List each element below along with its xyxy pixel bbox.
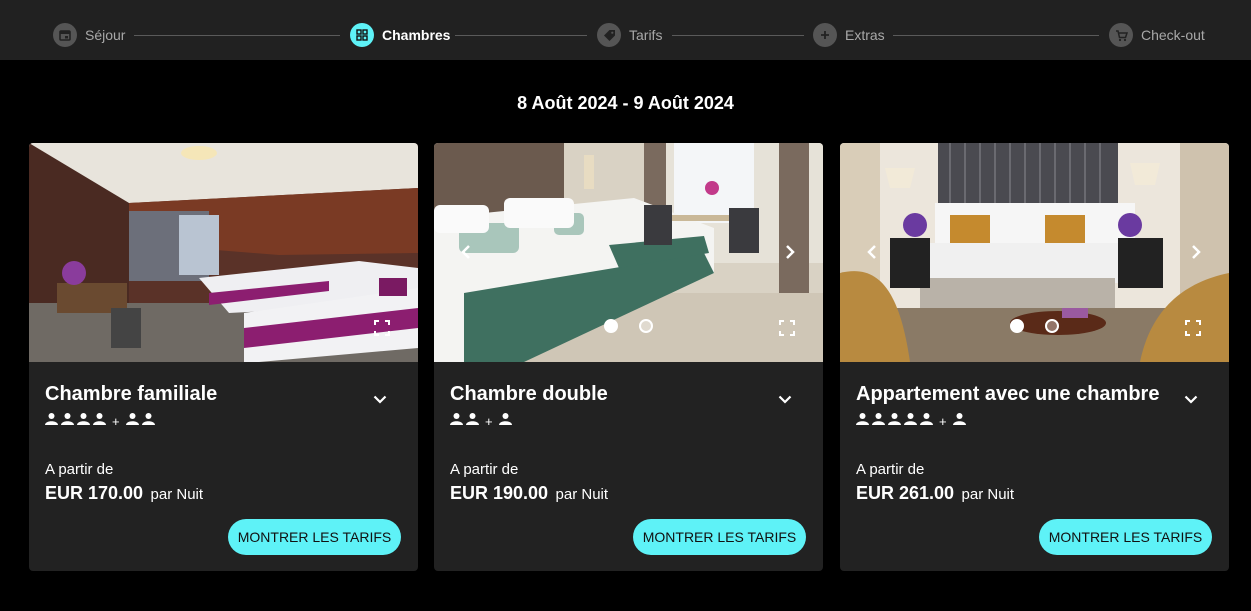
- person-icon: [466, 412, 479, 430]
- booking-stepper: Séjour Chambres Tarifs Extras Check-out: [0, 0, 1251, 60]
- room-card: Appartement avec une chambre + A partir …: [840, 143, 1229, 571]
- step-label: Chambres: [382, 27, 451, 43]
- show-rates-button[interactable]: MONTRER LES TARIFS: [1039, 519, 1212, 555]
- carousel-prev-icon[interactable]: [456, 242, 476, 262]
- person-icon: [141, 412, 155, 430]
- price-amount: EUR 170.00: [45, 483, 144, 503]
- price-from-label: A partir de: [45, 461, 114, 478]
- step-checkout[interactable]: Check-out: [1109, 23, 1205, 47]
- person-icon: [61, 412, 74, 430]
- show-rates-button[interactable]: MONTRER LES TARIFS: [633, 519, 806, 555]
- price-row: EUR 190.00 par Nuit: [450, 483, 608, 504]
- person-icon: [93, 412, 106, 430]
- chevron-down-icon[interactable]: [369, 388, 391, 410]
- fullscreen-icon[interactable]: [1184, 319, 1202, 337]
- occupancy-icons: +: [450, 413, 512, 429]
- room-photo[interactable]: [434, 143, 823, 362]
- price-unit: par Nuit: [150, 486, 204, 503]
- person-icon: [872, 412, 885, 430]
- room-name: Appartement avec une chambre: [856, 383, 1160, 405]
- step-connector: [134, 35, 340, 36]
- step-label: Extras: [845, 27, 885, 43]
- price-unit: par Nuit: [961, 486, 1015, 503]
- price-row: EUR 261.00 par Nuit: [856, 483, 1014, 504]
- carousel-prev-icon[interactable]: [862, 242, 882, 262]
- step-connector: [893, 35, 1099, 36]
- price-unit: par Nuit: [555, 486, 609, 503]
- carousel-next-icon[interactable]: [1186, 242, 1206, 262]
- step-extras[interactable]: Extras: [813, 23, 885, 47]
- room-card: Chambre familiale + A partir de EUR 170.…: [29, 143, 418, 571]
- tag-icon: [597, 23, 621, 47]
- person-icon: [856, 412, 869, 430]
- step-label: Check-out: [1141, 27, 1205, 43]
- occupancy-icons: +: [45, 413, 155, 429]
- room-photo[interactable]: [840, 143, 1229, 362]
- step-label: Séjour: [85, 27, 126, 43]
- price-from-label: A partir de: [450, 461, 519, 478]
- show-rates-button[interactable]: MONTRER LES TARIFS: [228, 519, 401, 555]
- person-icon: [77, 412, 90, 430]
- carousel-dot[interactable]: [1045, 319, 1059, 333]
- fullscreen-icon[interactable]: [373, 319, 391, 337]
- room-card: Chambre double + A partir de EUR 190.00 …: [434, 143, 823, 571]
- chevron-down-icon[interactable]: [774, 388, 796, 410]
- room-photo[interactable]: [29, 143, 418, 362]
- person-icon: [125, 412, 139, 430]
- step-sejour[interactable]: Séjour: [53, 23, 125, 47]
- room-photo-double: [434, 143, 823, 362]
- price-amount: EUR 261.00: [856, 483, 955, 503]
- step-connector: [455, 35, 587, 36]
- person-icon: [450, 412, 463, 430]
- step-chambres[interactable]: Chambres: [350, 23, 450, 47]
- price-row: EUR 170.00 par Nuit: [45, 483, 203, 504]
- room-name: Chambre familiale: [45, 383, 218, 405]
- carousel-next-icon[interactable]: [780, 242, 800, 262]
- person-icon: [498, 412, 512, 430]
- fullscreen-icon[interactable]: [778, 319, 796, 337]
- step-connector: [672, 35, 804, 36]
- occupancy-icons: +: [856, 413, 966, 429]
- step-label: Tarifs: [629, 27, 663, 43]
- cart-icon: [1109, 23, 1133, 47]
- plus-sign: +: [939, 413, 947, 429]
- carousel-dot-active[interactable]: [604, 319, 618, 333]
- price-amount: EUR 190.00: [450, 483, 549, 503]
- person-icon: [920, 412, 933, 430]
- room-photo-family: [29, 143, 418, 362]
- carousel-dot-active[interactable]: [1010, 319, 1024, 333]
- person-icon: [904, 412, 917, 430]
- person-icon: [45, 412, 58, 430]
- step-tarifs[interactable]: Tarifs: [597, 23, 662, 47]
- room-name: Chambre double: [450, 383, 608, 405]
- carousel-dot[interactable]: [639, 319, 653, 333]
- plus-icon: [813, 23, 837, 47]
- plus-sign: +: [485, 413, 493, 429]
- date-range-heading: 8 Août 2024 - 9 Août 2024: [517, 93, 734, 113]
- person-icon: [888, 412, 901, 430]
- chevron-down-icon[interactable]: [1180, 388, 1202, 410]
- room-photo-apartment: [840, 143, 1229, 362]
- plus-sign: +: [112, 413, 120, 429]
- calendar-icon: [53, 23, 77, 47]
- price-from-label: A partir de: [856, 461, 925, 478]
- person-icon: [952, 412, 966, 430]
- grid-icon: [350, 23, 374, 47]
